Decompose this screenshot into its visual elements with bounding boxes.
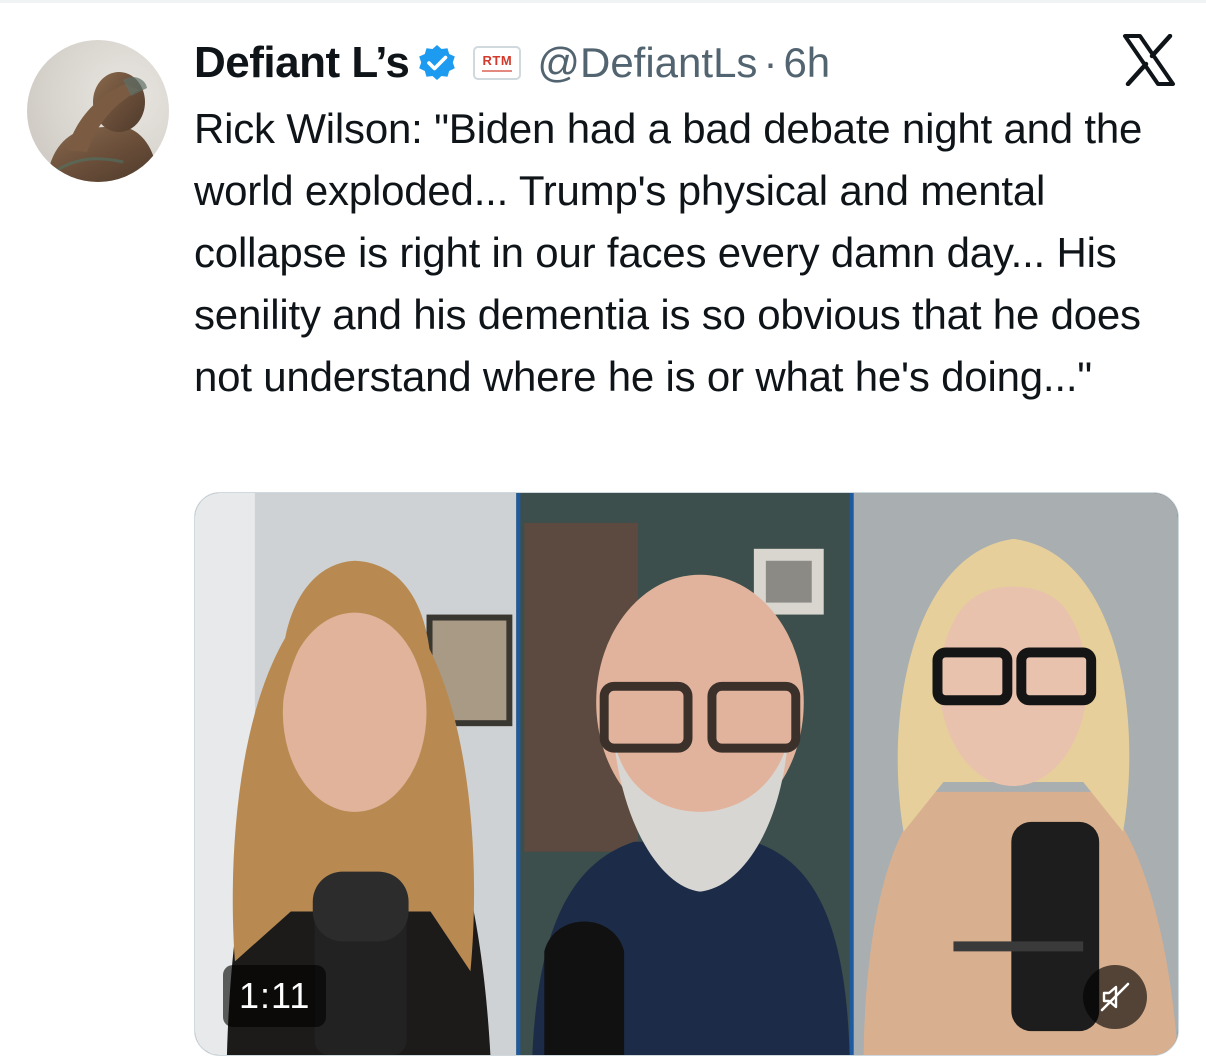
- separator-dot: ·: [763, 39, 778, 86]
- tweet-text: Rick Wilson: "Biden had a bad debate nig…: [194, 105, 1143, 400]
- avatar[interactable]: [27, 40, 169, 182]
- author-name[interactable]: Defiant L’s: [194, 38, 410, 88]
- timestamp[interactable]: 6h: [783, 39, 830, 87]
- video-duration-badge: 1:11: [223, 965, 327, 1027]
- video-player[interactable]: 1:11: [194, 492, 1179, 1056]
- avatar-statue-image: [47, 72, 159, 182]
- x-logo-icon: [1122, 34, 1176, 86]
- author-handle[interactable]: @DefiantLs: [537, 39, 757, 87]
- tweet-header: Defiant L’s RTM @DefiantLs · 6h: [194, 32, 830, 94]
- video-frame-image: [195, 493, 1178, 1055]
- top-divider: [0, 0, 1206, 3]
- muted-speaker-icon: [1100, 982, 1130, 1012]
- affiliate-badge[interactable]: RTM: [473, 46, 522, 80]
- affiliate-underline: [482, 70, 513, 72]
- verified-badge-icon: [417, 43, 457, 83]
- mute-button[interactable]: [1083, 965, 1147, 1029]
